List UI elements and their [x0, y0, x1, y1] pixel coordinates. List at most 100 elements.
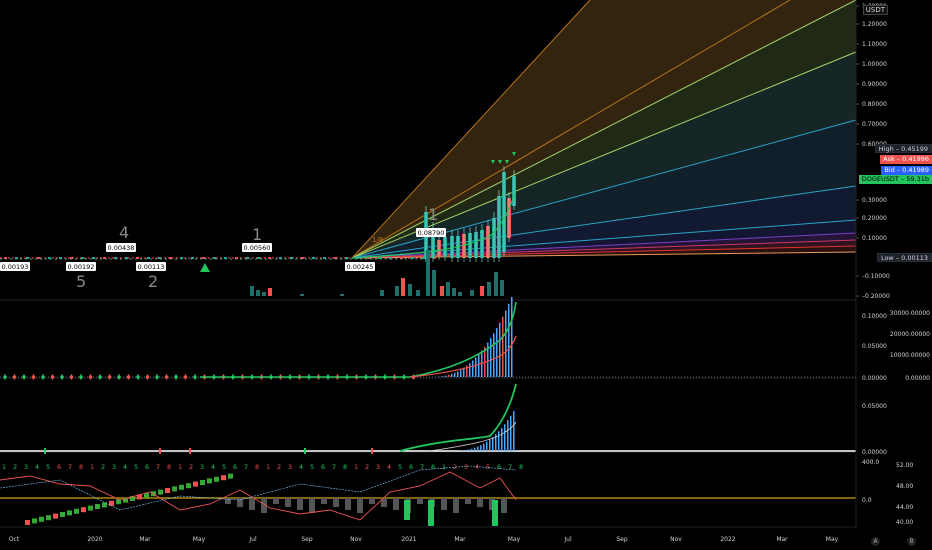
oscillator-bar: [321, 498, 327, 504]
diamond-marker-icon: [107, 374, 112, 380]
currency-label: USDT: [862, 5, 888, 15]
wave-count-number: 1: [252, 225, 262, 244]
candle: [224, 257, 227, 259]
block-marker: [228, 473, 233, 479]
count-digit: 1: [354, 463, 358, 471]
count-digit: 7: [244, 463, 248, 471]
time-axis-label: May: [193, 536, 206, 543]
histogram-bar: [499, 322, 501, 377]
count-digit: 6: [497, 463, 501, 471]
candle: [378, 257, 381, 259]
count-digit: 6: [321, 463, 325, 471]
histogram-bar: [486, 441, 488, 451]
time-axis-label: Oct: [9, 536, 20, 543]
count-digit: 5: [310, 463, 314, 471]
oscillator-bar: [309, 498, 315, 513]
diamond-marker-icon: [164, 374, 169, 380]
block-marker: [186, 483, 191, 489]
diamond-marker-icon: [60, 374, 64, 380]
count-digit: 6: [233, 463, 237, 471]
candle: [257, 257, 260, 259]
candle: [301, 257, 304, 259]
histogram-bar: [480, 445, 482, 451]
histogram-bar: [471, 448, 473, 451]
candle: [334, 257, 337, 259]
block-marker: [193, 481, 198, 487]
histogram-bar: [462, 450, 464, 451]
histogram-bar: [513, 411, 515, 451]
volume-bar: [494, 272, 498, 296]
candle: [191, 257, 194, 259]
indicator-axis-label: 400.0: [862, 459, 879, 466]
indicator-axis-label: 0.00000: [905, 375, 930, 382]
wave-count-number: 4: [119, 223, 129, 242]
diamond-marker-icon: [69, 374, 74, 380]
histogram-bar: [508, 303, 510, 377]
volume-bar: [458, 292, 462, 296]
candle: [246, 257, 249, 259]
candle: [345, 257, 348, 259]
count-digit: 2: [277, 463, 281, 471]
diamond-marker-icon: [88, 374, 93, 380]
signal-up-arrow-icon: [200, 263, 210, 272]
trading-chart[interactable]: 0.00193 0.00192 0.00113 0.00438 0.00560 0.002…: [0, 0, 932, 550]
signal-bar: [404, 500, 410, 520]
oscillator-bar: [501, 498, 507, 513]
oscillator-line: [0, 465, 517, 511]
block-marker: [172, 486, 177, 492]
volume-bar: [250, 286, 254, 296]
indicator-line: [429, 421, 517, 452]
block-marker: [74, 508, 79, 514]
candle: [279, 257, 282, 259]
diamond-marker-icon: [3, 374, 7, 380]
candle: [213, 257, 216, 259]
histogram-bar: [493, 333, 495, 377]
diamond-marker-icon: [22, 374, 26, 380]
candle: [202, 257, 205, 259]
diamond-marker-icon: [193, 374, 197, 380]
candle: [15, 257, 18, 259]
indicator-axis-label: 48.00: [896, 483, 913, 490]
oscillator-bar: [453, 498, 459, 513]
diamond-marker-icon: [126, 374, 131, 380]
histogram-bar: [460, 369, 462, 377]
time-axis-label: Nov: [670, 536, 682, 543]
volume-bar: [452, 288, 456, 296]
count-digit: 3: [376, 463, 380, 471]
block-marker: [88, 505, 93, 511]
candle: [290, 257, 293, 259]
candle: [147, 257, 150, 259]
histogram-bar: [457, 371, 459, 377]
price-axis-label: 0.90000: [862, 81, 887, 88]
diamond-marker-icon: [183, 374, 188, 380]
volume-bar: [340, 294, 344, 296]
indicator-axis-label: 10000.00000: [890, 352, 930, 359]
candle: [323, 257, 326, 259]
diamond-marker-icon: [98, 374, 102, 380]
candle: [81, 257, 84, 259]
candle: [180, 257, 183, 259]
price-label-text: 0.00192: [68, 263, 95, 271]
log-scale-button[interactable]: B: [907, 537, 916, 546]
count-digit: 1: [90, 463, 94, 471]
diamond-marker-icon: [31, 374, 36, 380]
wave-count-number: 5: [76, 272, 86, 291]
candle: [235, 257, 238, 259]
block-marker: [60, 512, 65, 517]
candle: [268, 257, 271, 259]
histogram-bar: [474, 447, 476, 451]
candle: [136, 257, 139, 259]
oscillator-bar: [441, 498, 447, 510]
histogram-bar: [442, 376, 444, 377]
time-axis-label: May: [826, 536, 839, 543]
diamond-marker-icon: [174, 374, 178, 380]
histogram-bar: [451, 373, 453, 377]
histogram-bar: [483, 443, 485, 451]
histogram-bar: [465, 450, 467, 451]
diamond-marker-icon: [145, 374, 150, 380]
diamond-marker-icon: [79, 374, 83, 380]
auto-scale-button[interactable]: A: [871, 537, 880, 546]
count-digit: 7: [508, 463, 512, 471]
indicator-line: [200, 301, 517, 378]
count-digit: 4: [35, 463, 39, 471]
